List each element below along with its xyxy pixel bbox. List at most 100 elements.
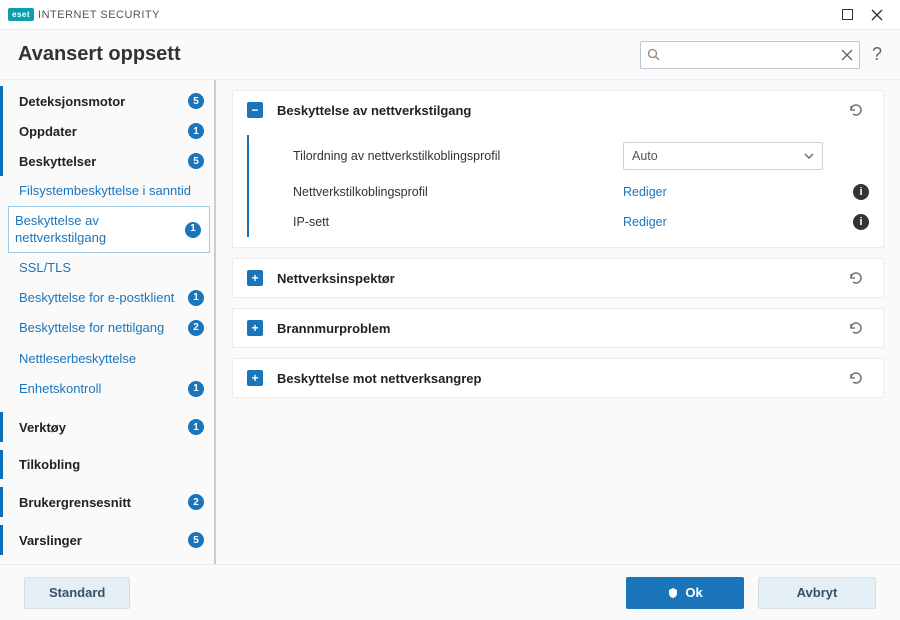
panel-title: Beskyttelse mot nettverksangrep xyxy=(277,371,843,386)
sidebar-badge: 1 xyxy=(188,419,204,435)
info-button[interactable]: i xyxy=(853,184,869,200)
search-input-wrapper[interactable] xyxy=(640,41,860,69)
panel-header[interactable]: + Brannmurproblem xyxy=(233,309,883,347)
setting-label: IP-sett xyxy=(293,215,623,229)
sidebar-item-label: Verktøy xyxy=(19,420,182,435)
panel-body: Tilordning av nettverkstilkoblingsprofil… xyxy=(233,129,883,247)
close-button[interactable] xyxy=(862,2,892,28)
panel-title: Nettverksinspektør xyxy=(277,271,843,286)
sidebar-item-label: Beskyttelse av nettverkstilgang xyxy=(15,213,179,246)
page-title: Avansert oppsett xyxy=(18,43,640,66)
panel-nettverksinspektor: + Nettverksinspektør xyxy=(232,258,884,298)
panel-nettverkstilgang: − Beskyttelse av nettverkstilgang Tilord… xyxy=(232,90,884,248)
default-button[interactable]: Standard xyxy=(24,577,130,609)
undo-icon xyxy=(847,319,865,337)
sidebar-item-oppdater[interactable]: Oppdater 1 xyxy=(0,116,216,146)
edit-link[interactable]: Rediger xyxy=(623,185,667,199)
sidebar-item-label: Tilkobling xyxy=(19,457,204,472)
sidebar-item-brukergrensesnitt[interactable]: Brukergrensesnitt 2 xyxy=(0,487,216,517)
sidebar-item-nettverkstilgang[interactable]: Beskyttelse av nettverkstilgang 1 xyxy=(8,206,210,253)
close-icon xyxy=(871,9,883,21)
edit-link[interactable]: Rediger xyxy=(623,215,667,229)
sidebar-badge: 2 xyxy=(188,320,204,336)
sidebar-item-label: SSL/TLS xyxy=(19,260,204,276)
sidebar-item-label: Varslinger xyxy=(19,533,182,548)
sidebar-item-beskyttelser[interactable]: Beskyttelser 5 xyxy=(0,146,216,176)
sidebar-item-label: Filsystembeskyttelse i sanntid xyxy=(19,183,204,199)
sidebar-badge: 2 xyxy=(188,494,204,510)
sidebar-item-label: Beskyttelser xyxy=(19,154,182,169)
sidebar-item-label: Nettleserbeskyttelse xyxy=(19,351,204,367)
sidebar-divider xyxy=(214,80,216,564)
footer: Standard Ok Avbryt xyxy=(0,564,900,620)
setting-label: Tilordning av nettverkstilkoblingsprofil xyxy=(293,149,623,163)
undo-icon xyxy=(847,369,865,387)
reset-button[interactable] xyxy=(843,269,869,287)
sidebar-item-label: Oppdater xyxy=(19,124,182,139)
setting-row-tilkoblingsprofil: Nettverkstilkoblingsprofil Rediger i xyxy=(247,177,883,207)
sidebar-item-label: Beskyttelse for e-postklient xyxy=(19,290,182,306)
sidebar-item-ssl-tls[interactable]: SSL/TLS xyxy=(0,253,216,283)
panel-header[interactable]: + Nettverksinspektør xyxy=(233,259,883,297)
clear-search-button[interactable] xyxy=(841,49,853,61)
undo-icon xyxy=(847,101,865,119)
profile-dropdown[interactable]: Auto xyxy=(623,142,823,170)
sidebar-item-label: Brukergrensesnitt xyxy=(19,495,182,510)
undo-icon xyxy=(847,269,865,287)
sidebar-item-epostklient[interactable]: Beskyttelse for e-postklient 1 xyxy=(0,283,216,313)
expand-icon: + xyxy=(247,270,263,286)
setting-row-profil-tilordning: Tilordning av nettverkstilkoblingsprofil… xyxy=(247,135,883,177)
maximize-button[interactable] xyxy=(832,2,862,28)
cancel-button[interactable]: Avbryt xyxy=(758,577,876,609)
sidebar-badge: 5 xyxy=(188,532,204,548)
sidebar-badge: 5 xyxy=(188,153,204,169)
sidebar-item-varslinger[interactable]: Varslinger 5 xyxy=(0,525,216,555)
shield-icon xyxy=(667,587,679,599)
sidebar-item-label: Enhetskontroll xyxy=(19,381,182,397)
help-button[interactable]: ? xyxy=(872,44,882,65)
collapse-icon: − xyxy=(247,102,263,118)
sidebar-item-filsystembeskyttelse[interactable]: Filsystembeskyttelse i sanntid xyxy=(0,176,216,206)
expand-icon: + xyxy=(247,370,263,386)
sidebar-badge: 1 xyxy=(185,222,201,238)
sidebar-item-verktoy[interactable]: Verktøy 1 xyxy=(0,412,216,442)
reset-button[interactable] xyxy=(843,101,869,119)
sidebar-item-tilkobling[interactable]: Tilkobling xyxy=(0,450,216,479)
reset-button[interactable] xyxy=(843,369,869,387)
sidebar-item-label: Beskyttelse for nettilgang xyxy=(19,320,182,336)
logo-text: INTERNET SECURITY xyxy=(38,9,160,21)
panel-header[interactable]: − Beskyttelse av nettverkstilgang xyxy=(233,91,883,129)
sidebar-badge: 1 xyxy=(188,381,204,397)
square-icon xyxy=(842,9,853,20)
panel-header[interactable]: + Beskyttelse mot nettverksangrep xyxy=(233,359,883,397)
sidebar-badge: 5 xyxy=(188,93,204,109)
search-input[interactable] xyxy=(641,42,859,68)
page-header: Avansert oppsett ? xyxy=(0,30,900,80)
sidebar-item-nettilgang[interactable]: Beskyttelse for nettilgang 2 xyxy=(0,313,216,343)
expand-icon: + xyxy=(247,320,263,336)
setting-label: Nettverkstilkoblingsprofil xyxy=(293,185,623,199)
sidebar-badge: 1 xyxy=(188,123,204,139)
app-logo: eset INTERNET SECURITY xyxy=(8,8,160,21)
panel-title: Beskyttelse av nettverkstilgang xyxy=(277,103,843,118)
panel-title: Brannmurproblem xyxy=(277,321,843,336)
chevron-down-icon xyxy=(804,153,814,159)
sidebar: Deteksjonsmotor 5 Oppdater 1 Beskyttelse… xyxy=(0,80,216,564)
panel-nettverksangrep: + Beskyttelse mot nettverksangrep xyxy=(232,358,884,398)
reset-button[interactable] xyxy=(843,319,869,337)
title-bar: eset INTERNET SECURITY xyxy=(0,0,900,30)
info-button[interactable]: i xyxy=(853,214,869,230)
main-area: Deteksjonsmotor 5 Oppdater 1 Beskyttelse… xyxy=(0,80,900,564)
panel-brannmurproblem: + Brannmurproblem xyxy=(232,308,884,348)
logo-badge: eset xyxy=(8,8,34,21)
content-area: − Beskyttelse av nettverkstilgang Tilord… xyxy=(216,80,900,564)
sidebar-item-label: Deteksjonsmotor xyxy=(19,94,182,109)
setting-row-ip-sett: IP-sett Rediger i xyxy=(247,207,883,237)
dropdown-value: Auto xyxy=(632,149,658,163)
ok-button[interactable]: Ok xyxy=(626,577,744,609)
sidebar-item-deteksjonsmotor[interactable]: Deteksjonsmotor 5 xyxy=(0,86,216,116)
sidebar-item-enhetskontroll[interactable]: Enhetskontroll 1 xyxy=(0,374,216,404)
x-icon xyxy=(841,49,853,61)
sidebar-item-nettleserbeskyttelse[interactable]: Nettleserbeskyttelse xyxy=(0,344,216,374)
ok-button-label: Ok xyxy=(685,585,702,600)
